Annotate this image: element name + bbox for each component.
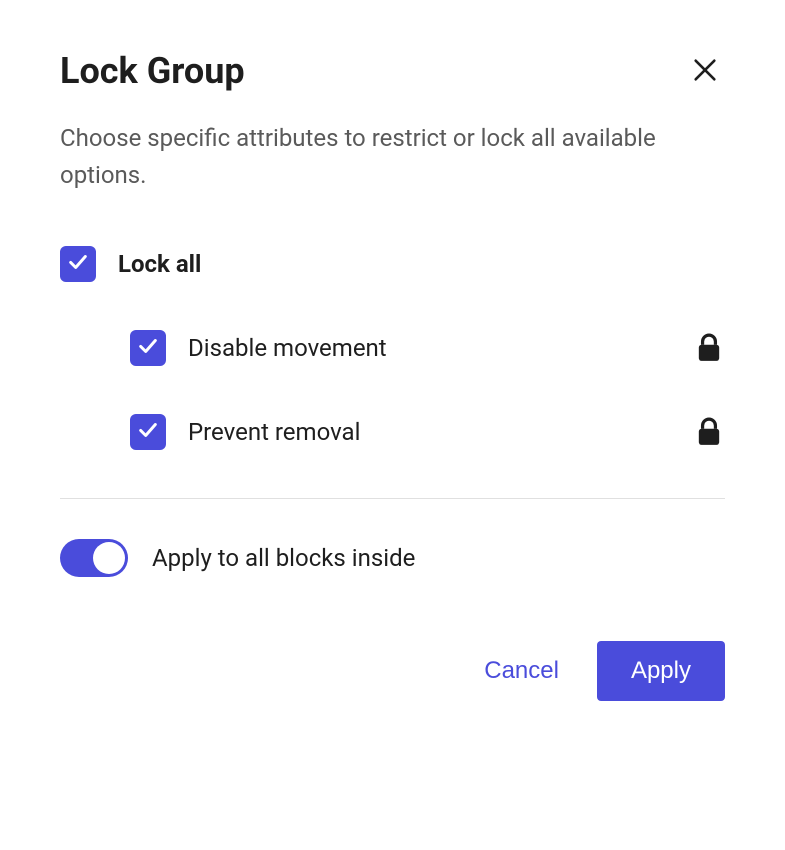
check-icon xyxy=(67,251,89,277)
check-icon xyxy=(137,335,159,361)
modal-title: Lock Group xyxy=(60,50,245,92)
lock-icon xyxy=(693,332,725,364)
apply-inside-toggle[interactable] xyxy=(60,539,128,577)
close-button[interactable] xyxy=(685,51,725,91)
lock-group-modal: Lock Group Choose specific attributes to… xyxy=(0,0,785,741)
modal-footer: Cancel Apply xyxy=(60,641,725,701)
cancel-button[interactable]: Cancel xyxy=(474,643,569,699)
apply-button[interactable]: Apply xyxy=(597,641,725,701)
modal-description: Choose specific attributes to restrict o… xyxy=(60,120,725,194)
apply-inside-row: Apply to all blocks inside xyxy=(60,539,725,577)
disable-movement-checkbox[interactable] xyxy=(130,330,166,366)
lock-all-row: Lock all xyxy=(60,246,725,282)
close-icon xyxy=(691,56,719,87)
toggle-thumb xyxy=(93,542,125,574)
disable-movement-row: Disable movement xyxy=(130,330,725,366)
lock-all-checkbox[interactable] xyxy=(60,246,96,282)
disable-movement-label: Disable movement xyxy=(188,334,387,362)
apply-inside-label: Apply to all blocks inside xyxy=(152,544,415,572)
lock-all-label: Lock all xyxy=(118,250,201,278)
check-icon xyxy=(137,419,159,445)
prevent-removal-label: Prevent removal xyxy=(188,418,360,446)
prevent-removal-row: Prevent removal xyxy=(130,414,725,450)
modal-header: Lock Group xyxy=(60,50,725,92)
prevent-removal-checkbox[interactable] xyxy=(130,414,166,450)
lock-icon xyxy=(693,416,725,448)
divider xyxy=(60,498,725,499)
